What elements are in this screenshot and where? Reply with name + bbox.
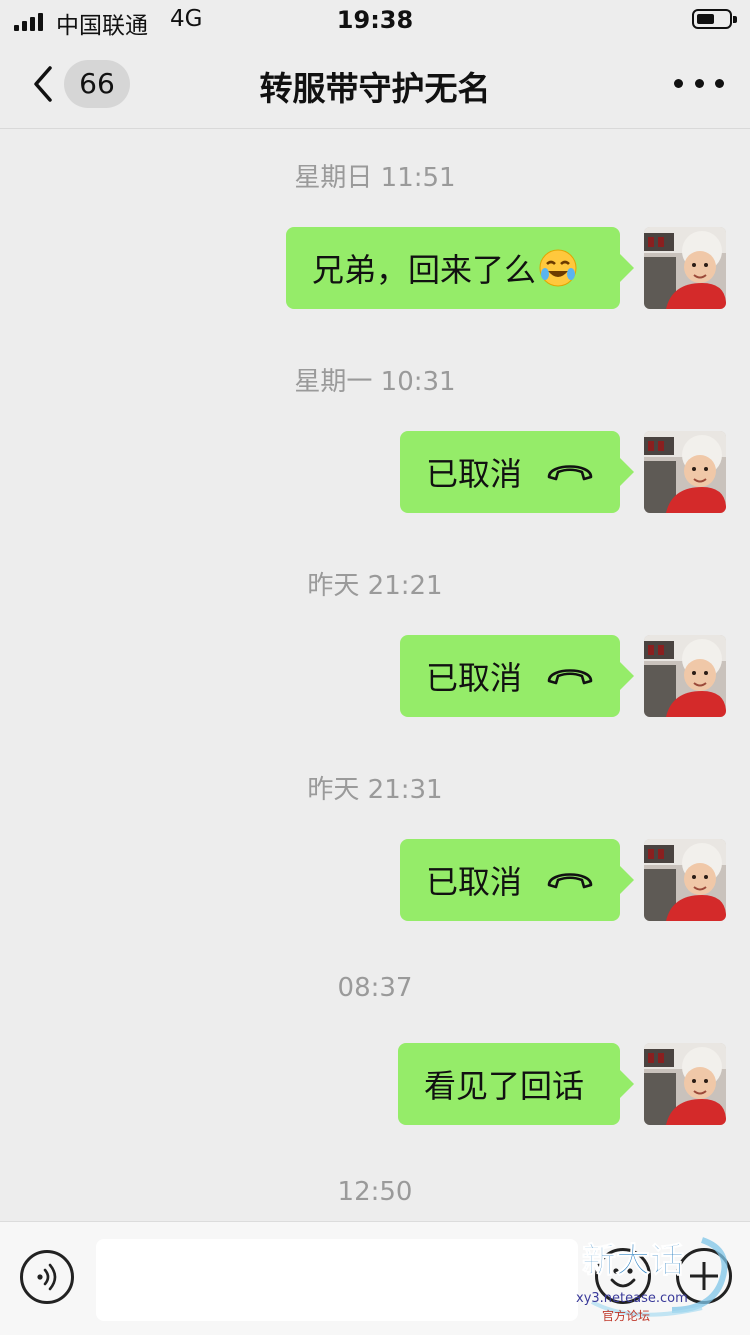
avatar-image (644, 635, 726, 717)
message-timestamp: 星期日 11:51 (294, 163, 456, 193)
message-text: 兄弟，回来了么 (312, 251, 537, 289)
chat-title: 转服带守护无名 (259, 69, 491, 108)
emoji-button[interactable] (595, 1248, 651, 1304)
message-text: 已取消 (426, 863, 523, 901)
smiley-icon (610, 1268, 636, 1288)
rolling-on-floor-laughing-icon (539, 249, 577, 287)
message-text: 已取消 (426, 455, 523, 493)
call-record-bubble[interactable]: 已取消 (400, 635, 634, 717)
message-timestamp: 昨天 21:21 (307, 571, 443, 601)
message-input[interactable] (96, 1239, 578, 1321)
phone-hangup-icon (547, 669, 593, 685)
message-bubble[interactable]: 兄弟，回来了么 (286, 227, 634, 309)
more-options-button[interactable] (674, 68, 724, 98)
more-dot-icon (715, 78, 724, 88)
avatar-image (644, 1043, 726, 1125)
input-bar (0, 1221, 750, 1335)
more-functions-button[interactable] (676, 1248, 732, 1304)
phone-hangup-icon (547, 465, 593, 481)
avatar[interactable] (644, 839, 726, 921)
message-timestamp: 星期一 10:31 (294, 367, 456, 397)
status-bar: 中国联通 4G 19:38 (0, 0, 750, 42)
avatar-image (644, 431, 726, 513)
avatar-image (644, 839, 726, 921)
call-record-bubble[interactable]: 已取消 (400, 839, 634, 921)
avatar[interactable] (644, 431, 726, 513)
avatar-image (644, 227, 726, 309)
status-time: 19:38 (336, 6, 414, 34)
avatar[interactable] (644, 635, 726, 717)
chat-header: 66 转服带守护无名 (0, 42, 750, 129)
message-text: 已取消 (426, 659, 523, 697)
message-text: 看见了回话 (424, 1067, 585, 1105)
voice-input-button[interactable] (20, 1250, 74, 1304)
message-timestamp: 12:50 (337, 1177, 413, 1207)
message-timestamp: 昨天 21:31 (307, 775, 443, 805)
avatar[interactable] (644, 227, 726, 309)
battery-icon (692, 9, 737, 29)
phone-hangup-icon (547, 873, 593, 889)
message-timestamp: 08:37 (337, 973, 413, 1003)
more-dot-icon (674, 78, 683, 88)
message-list[interactable]: 星期日 11:51 兄弟，回来了么 星期一 10:31 已取消 昨天 21:21… (0, 129, 750, 1221)
more-dot-icon (694, 78, 704, 88)
call-record-bubble[interactable]: 已取消 (400, 431, 634, 513)
message-bubble[interactable]: 看见了回话 (398, 1043, 634, 1125)
voice-icon (37, 1263, 57, 1291)
avatar[interactable] (644, 1043, 726, 1125)
